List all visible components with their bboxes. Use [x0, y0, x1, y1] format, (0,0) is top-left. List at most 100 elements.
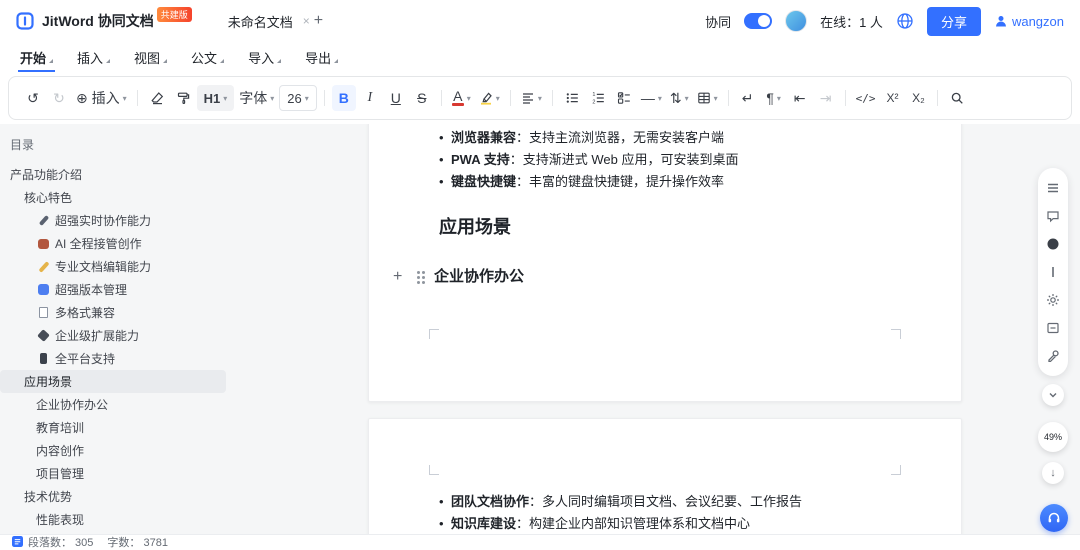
device-icon	[36, 352, 51, 366]
toc-item-realtime-collab[interactable]: 超强实时协作能力	[0, 209, 226, 232]
redo-button[interactable]: ↻	[47, 85, 71, 111]
pin-icon	[36, 214, 51, 228]
bullet-list-button[interactable]	[560, 85, 584, 111]
menu-caret-icon	[334, 59, 339, 63]
highlight-color-button[interactable]: ▾	[476, 85, 503, 111]
toc-item-ai-writing[interactable]: AI 全程接管创作	[0, 232, 226, 255]
share-button[interactable]: 分享	[926, 6, 981, 36]
toolbar-divider	[509, 90, 511, 106]
menu-caret-icon	[277, 59, 282, 63]
divider-insert-select[interactable]: ― ▾	[638, 85, 665, 111]
outdent-button[interactable]: ⇤	[788, 85, 812, 111]
toc-item-editing[interactable]: 专业文档编辑能力	[0, 255, 226, 278]
line-height-select[interactable]: ⇅ ▾	[667, 85, 692, 111]
toc-item-platform[interactable]: 全平台支持	[0, 347, 226, 370]
bullet-item[interactable]: • 知识库建设：构建企业内部知识管理体系和文档中心	[439, 513, 921, 534]
margin-mark-icon	[429, 465, 439, 475]
menu-view[interactable]: 视图	[122, 42, 179, 72]
menu-bar: 开始 插入 视图 公文 导入 导出	[0, 42, 1080, 72]
doc-subheading[interactable]: 企业协作办公	[434, 265, 524, 289]
table-select[interactable]: ▾	[694, 85, 721, 111]
paragraph-mark-select[interactable]: ¶ ▾	[762, 85, 786, 111]
settings-icon[interactable]	[1046, 293, 1060, 307]
bullet-item[interactable]: • 浏览器兼容：支持主流浏览器，无需安装客户端	[439, 127, 921, 149]
zoom-indicator[interactable]: 49%	[1038, 422, 1068, 452]
menu-import[interactable]: 导入	[236, 42, 293, 72]
bullet-item[interactable]: • 团队文档协作：多人同时编辑项目文档、会议纪要、工作报告	[439, 491, 921, 513]
toc-item-core-features[interactable]: 核心特色	[0, 186, 226, 209]
format-toolbar: ↺ ↻ ⊕ 插入 ▾ H1 ▾ 字体 ▾ 26 ▾ B I U S A ▾ ▾ ▾ 12 …	[8, 76, 1072, 120]
page-width-icon[interactable]	[1046, 321, 1060, 335]
text-cursor-icon[interactable]	[1046, 265, 1060, 279]
italic-button[interactable]: I	[358, 85, 382, 111]
font-size-select[interactable]: 26 ▾	[279, 85, 317, 111]
collapse-panel-button[interactable]	[1042, 384, 1064, 406]
strikethrough-button[interactable]: S	[410, 85, 434, 111]
avatar[interactable]	[785, 10, 808, 32]
collab-label: 协同	[705, 14, 732, 30]
superscript-button[interactable]: X²	[880, 85, 904, 111]
bullet-item[interactable]: • 键盘快捷键：丰富的键盘快捷键，提升操作效率	[439, 171, 921, 193]
menu-insert[interactable]: 插入	[65, 42, 122, 72]
format-painter-button[interactable]	[171, 85, 195, 111]
toolbar-divider	[323, 90, 325, 106]
toc-item-enterprise-office[interactable]: 企业协作办公	[0, 393, 226, 416]
code-button[interactable]: </>	[853, 85, 879, 111]
ordered-list-button[interactable]: 12	[586, 85, 610, 111]
toc-item-enterprise[interactable]: 企业级扩展能力	[0, 324, 226, 347]
bullet-item[interactable]: • PWA 支持：支持渐进式 Web 应用，可安装到桌面	[439, 149, 921, 171]
outline-sidebar: 目录 产品功能介绍 核心特色 超强实时协作能力 AI 全程接管创作 专业文档编辑…	[0, 124, 250, 534]
bold-button[interactable]: B	[331, 85, 356, 111]
toc-item-performance[interactable]: 性能表现	[0, 508, 226, 531]
drag-handle-icon[interactable]	[417, 270, 420, 274]
toc-item-tech-advantages[interactable]: 技术优势	[0, 485, 226, 508]
toolbar-divider	[727, 90, 729, 106]
wrench-icon[interactable]	[1046, 349, 1060, 363]
add-document-button[interactable]: +	[314, 12, 323, 30]
menu-export[interactable]: 导出	[293, 42, 350, 72]
format-clear-button[interactable]	[145, 85, 169, 111]
heading-select[interactable]: H1 ▾	[196, 85, 235, 111]
app-window: { "header": { "app_title": "JitWord 协同文档…	[0, 0, 1080, 549]
paragraph-count: 段落数： 305	[28, 536, 94, 549]
document-canvas[interactable]: • 浏览器兼容：支持主流浏览器，无需安装客户端 • PWA 支持：支持渐进式 Web…	[250, 124, 1080, 534]
customer-service-button[interactable]	[1040, 504, 1068, 532]
font-select[interactable]: 字体 ▾	[236, 85, 277, 111]
toc-item-product-intro[interactable]: 产品功能介绍	[0, 163, 226, 186]
svg-text:2: 2	[592, 100, 595, 105]
document-tab[interactable]: 未命名文档 ×	[228, 12, 310, 31]
comment-icon[interactable]	[1046, 209, 1060, 223]
toc-item-version[interactable]: 超强版本管理	[0, 278, 226, 301]
underline-button[interactable]: U	[384, 85, 408, 111]
theme-icon[interactable]	[1046, 237, 1060, 251]
ai-icon	[36, 237, 51, 251]
menu-official-doc[interactable]: 公文	[179, 42, 236, 72]
doc-block-enterprise-office[interactable]: + 企业协作办公	[369, 265, 961, 289]
align-select[interactable]: ▾	[518, 85, 545, 111]
toc-item-content-creation[interactable]: 内容创作	[0, 439, 226, 462]
outline-icon[interactable]	[1046, 181, 1060, 195]
indent-button[interactable]: ⇥	[814, 85, 838, 111]
toc-item-scenarios[interactable]: 应用场景	[0, 370, 226, 393]
search-button[interactable]	[945, 85, 969, 111]
globe-icon[interactable]	[896, 12, 914, 30]
bullet-list: • 浏览器兼容：支持主流浏览器，无需安装客户端 • PWA 支持：支持渐进式 Web…	[369, 124, 961, 193]
font-color-button[interactable]: A ▾	[449, 85, 474, 111]
toc-item-project-mgmt[interactable]: 项目管理	[0, 462, 226, 485]
toc-item-formats[interactable]: 多格式兼容	[0, 301, 226, 324]
doc-heading-scenarios[interactable]: 应用场景	[439, 215, 961, 239]
add-block-button[interactable]: +	[393, 265, 409, 289]
page-2[interactable]: • 团队文档协作：多人同时编辑项目文档、会议纪要、工作报告 • 知识库建设：构建企业…	[368, 418, 962, 534]
wrap-text-button[interactable]: ↵	[736, 85, 760, 111]
task-list-button[interactable]	[612, 85, 636, 111]
page-1[interactable]: • 浏览器兼容：支持主流浏览器，无需安装客户端 • PWA 支持：支持渐进式 Web…	[368, 124, 962, 402]
insert-menu-button[interactable]: ⊕ 插入 ▾	[73, 85, 130, 111]
collab-toggle[interactable]	[744, 13, 773, 29]
undo-button[interactable]: ↺	[21, 85, 45, 111]
user-menu[interactable]: wangzon	[994, 14, 1064, 29]
close-tab-icon[interactable]: ×	[303, 14, 310, 28]
scroll-down-button[interactable]: ↓	[1042, 462, 1064, 484]
toc-item-education[interactable]: 教育培训	[0, 416, 226, 439]
menu-home[interactable]: 开始	[8, 42, 65, 72]
subscript-button[interactable]: X₂	[906, 85, 930, 111]
